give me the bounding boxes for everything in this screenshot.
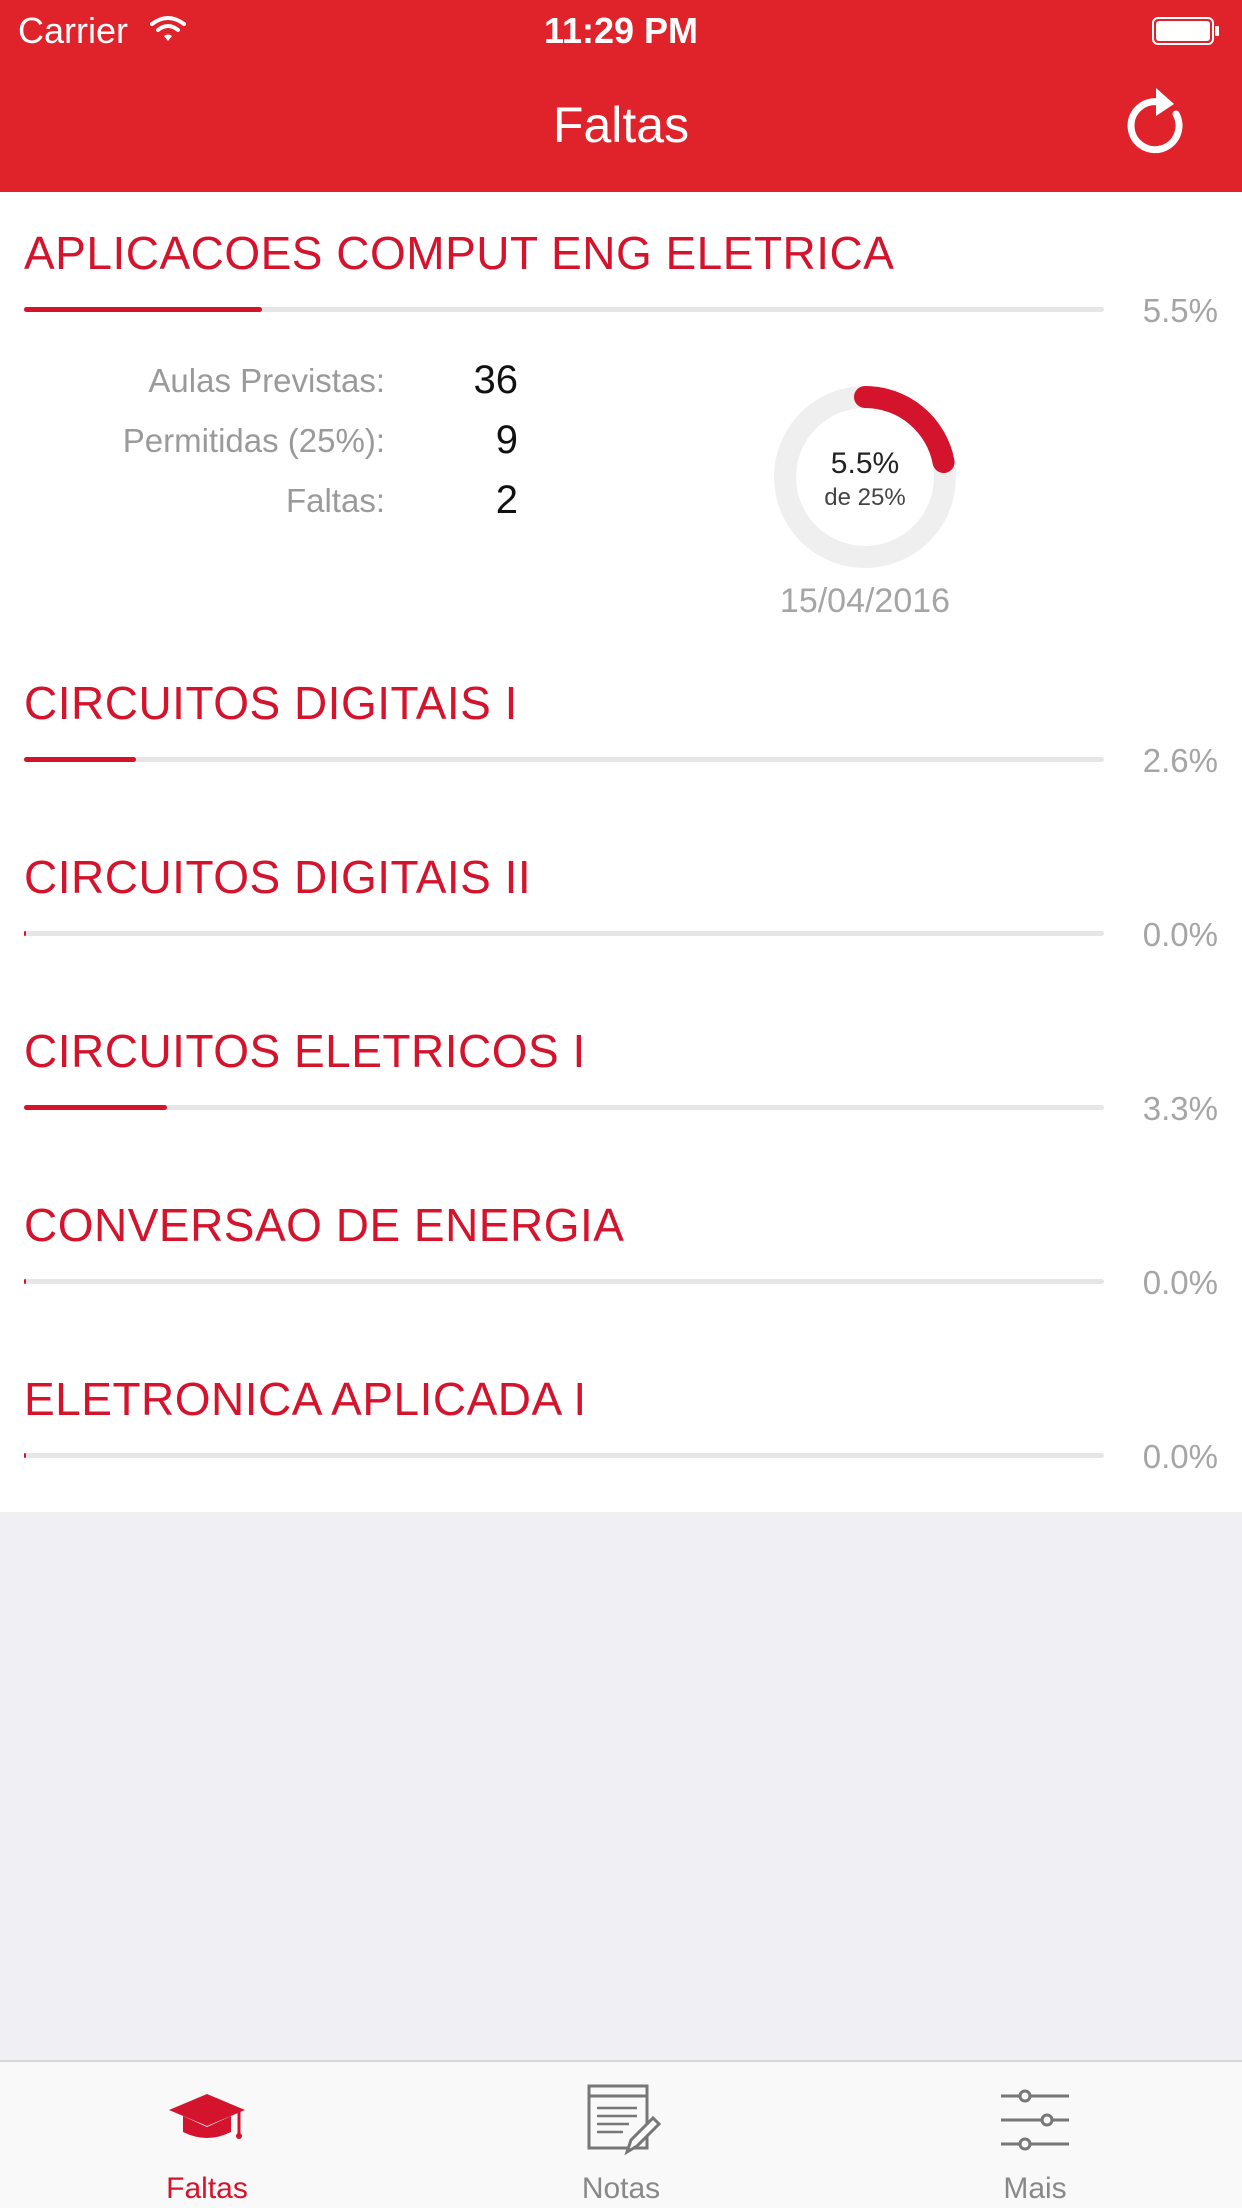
- absence-progress-track: [24, 1279, 1104, 1284]
- planned-classes-value: 36: [473, 358, 519, 402]
- subject-name: CIRCUITOS DIGITAIS I: [24, 677, 518, 729]
- absence-percent: 5.5%: [1142, 292, 1218, 329]
- absences-value: 2: [495, 478, 518, 522]
- status-bar: Carrier 11:29 PM: [0, 0, 1242, 60]
- subject-row[interactable]: CIRCUITOS DIGITAIS I 2.6%: [0, 642, 1242, 816]
- page-title: Faltas: [552, 97, 690, 153]
- planned-classes-row: Aulas Previstas: 36: [0, 358, 560, 412]
- tab-label: Faltas: [166, 2172, 248, 2205]
- absence-progress-track: [24, 931, 1104, 936]
- absences-label: Faltas:: [285, 482, 385, 519]
- tab-label: Mais: [1003, 2172, 1067, 2205]
- absence-progress-track: [24, 1105, 1104, 1110]
- screen: Carrier 11:29 PM Faltas APLICACOES COMPU…: [0, 0, 1242, 2208]
- tab-notas[interactable]: Notas: [414, 2062, 828, 2208]
- subject-name: CIRCUITOS DIGITAIS II: [24, 851, 532, 903]
- absence-progress-fill: [24, 307, 262, 312]
- subject-name: ELETRONICA APLICADA I: [24, 1373, 587, 1425]
- allowed-absences-label: Permitidas (25%):: [122, 422, 385, 459]
- subject-name: APLICACOES COMPUT ENG ELETRICA: [24, 227, 895, 279]
- tab-mais[interactable]: Mais: [828, 2062, 1242, 2208]
- allowed-absences-value: 9: [495, 418, 518, 462]
- subject-name: CONVERSAO DE ENERGIA: [24, 1199, 625, 1251]
- absence-percent: 2.6%: [1142, 742, 1218, 779]
- subjects-list: APLICACOES COMPUT ENG ELETRICA 5.5% Aula…: [0, 192, 1242, 1512]
- absence-percent: 0.0%: [1142, 916, 1218, 953]
- sliders-icon: [1001, 2089, 1069, 2151]
- allowed-absences-row: Permitidas (25%): 9: [0, 418, 560, 472]
- absence-progress-fill: [24, 757, 137, 762]
- battery-icon: [1152, 17, 1219, 45]
- subject-row[interactable]: CONVERSAO DE ENERGIA 0.0%: [0, 1164, 1242, 1338]
- tab-bar: Faltas Notas Mais: [0, 2060, 1242, 2208]
- tab-faltas[interactable]: Faltas: [0, 2062, 414, 2208]
- graduation-cap-icon: [169, 2094, 245, 2139]
- absence-progress-fill: [24, 1105, 167, 1110]
- tab-label: Notas: [581, 2172, 661, 2205]
- absence-progress-track: [24, 757, 1104, 762]
- absence-progress-fill: [24, 931, 27, 936]
- absence-progress-track: [24, 1453, 1104, 1458]
- absence-progress-track: [24, 307, 1104, 312]
- absence-progress-fill: [24, 1453, 27, 1458]
- update-date: 15/04/2016: [779, 582, 951, 620]
- header: Carrier 11:29 PM Faltas: [0, 0, 1242, 192]
- absence-progress-fill: [24, 1279, 27, 1284]
- subject-row[interactable]: CIRCUITOS DIGITAIS II 0.0%: [0, 816, 1242, 990]
- status-time: 11:29 PM: [543, 10, 699, 51]
- donut-limit: de 25%: [824, 484, 906, 511]
- refresh-button[interactable]: [1126, 88, 1192, 158]
- subject-row[interactable]: APLICACOES COMPUT ENG ELETRICA 5.5% Aula…: [0, 192, 1242, 642]
- notes-edit-icon: [587, 2084, 661, 2156]
- absences-row: Faltas: 2: [0, 478, 560, 532]
- planned-classes-label: Aulas Previstas:: [148, 362, 385, 399]
- subject-row[interactable]: CIRCUITOS ELETRICOS I 3.3%: [0, 990, 1242, 1164]
- absence-percent: 0.0%: [1142, 1438, 1218, 1475]
- absence-percent: 0.0%: [1142, 1264, 1218, 1301]
- subject-row[interactable]: ELETRONICA APLICADA I 0.0%: [0, 1338, 1242, 1512]
- subject-name: CIRCUITOS ELETRICOS I: [24, 1025, 586, 1077]
- subject-details: Aulas Previstas: 36 Permitidas (25%): 9 …: [0, 358, 1242, 642]
- absence-percent: 3.3%: [1142, 1090, 1218, 1127]
- donut-percent: 5.5%: [830, 447, 900, 480]
